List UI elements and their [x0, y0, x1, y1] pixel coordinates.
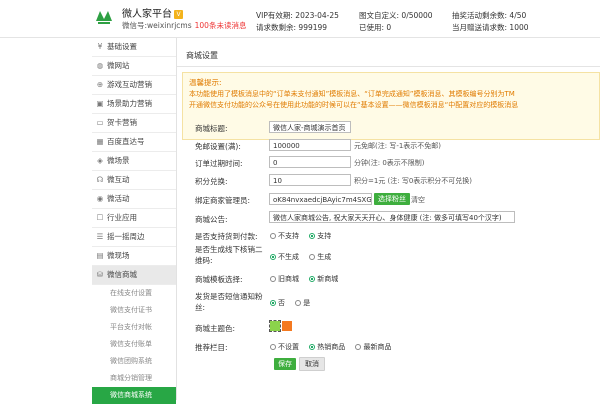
lottery-remaining: 抽奖活动剩余数: 4/50 — [452, 11, 527, 20]
sidebar-item-industry-apps[interactable]: ☐ 行业应用 — [92, 209, 176, 228]
scene-icon: ◈ — [97, 156, 103, 165]
app-window: 微人家平台 V 微信号:weixinrjcms 100条未读消息 VIP有效期: 2… — [0, 0, 600, 404]
shake-icon: ☰ — [96, 232, 104, 241]
title-divider — [177, 66, 600, 67]
recommend-radio-group: 不设置 热销商品 最新商品 — [270, 342, 391, 352]
main-content: 商城设置 温馨提示: 本功能使用了模板消息中的“订单未支付通知”模板消息、“订单… — [177, 38, 600, 400]
mall-title-label: 商城标题: — [195, 124, 228, 133]
notice-title: 温馨提示: — [189, 78, 222, 87]
cod-radio-yes[interactable] — [309, 233, 316, 239]
sidebar-item-baidu-direct[interactable]: ▦ 百度直达号 — [92, 133, 176, 152]
theme-color-swatch-orange[interactable] — [282, 321, 292, 331]
recommend-radio-none[interactable] — [270, 344, 276, 350]
sidebar-item-wechat-mall[interactable]: ⛁ 微信商城 — [92, 266, 176, 285]
tools-icon: ¥ — [97, 42, 103, 51]
theme-color-label: 商城主题色: — [195, 324, 236, 333]
order-expire-input[interactable]: 0 — [269, 156, 351, 168]
template-label: 商城模板选择: — [195, 275, 243, 284]
sidebar-subitem-mall-system[interactable]: 微信商城系统 — [92, 387, 176, 404]
recommend-radio-hot[interactable] — [309, 344, 316, 350]
mall-notice-label: 商城公告: — [195, 215, 228, 224]
points-exchange-input[interactable]: 10 — [269, 174, 351, 186]
unread-messages-link[interactable]: 100条未读消息 — [195, 21, 247, 30]
notice-line-2: 开通微信支付功能的公众号在使用此功能的时候可以在“基本设置——微信模板消息“中配… — [189, 101, 519, 109]
baidu-icon: ▦ — [96, 137, 104, 146]
recommend-radio-latest[interactable] — [355, 344, 362, 350]
sms-notify-label: 发货是否短信通知粉 丝: — [195, 292, 263, 312]
interact-icon: ☊ — [96, 175, 104, 184]
sidebar-item-micro-activity[interactable]: ◉ 微活动 — [92, 190, 176, 209]
sms-radio-yes[interactable] — [295, 300, 302, 306]
sidebar-subitem-online-payment[interactable]: 在线支付设置 — [92, 285, 176, 302]
requests-remaining: 请求数剩余: 999199 — [256, 23, 328, 32]
mall-title-input[interactable]: 微信人家-商城演示首页 — [269, 121, 351, 133]
sidebar-item-scene-boost[interactable]: ▣ 场景助力营销 — [92, 95, 176, 114]
template-radio-group: 旧商城 新商城 — [270, 274, 338, 284]
cod-label: 是否支持货到付款: — [195, 232, 258, 241]
requests-used: 已使用: 0 — [359, 23, 392, 32]
vip-badge: V — [174, 9, 183, 19]
order-expire-hint: 分钟(注: 0表示不限制) — [354, 159, 425, 167]
sidebar-subitem-payment-reconcile[interactable]: 平台支付对帐 — [92, 319, 176, 336]
gamepad-icon: ⊕ — [96, 80, 104, 89]
top-header: 微人家平台 V 微信号:weixinrjcms 100条未读消息 VIP有效期: 2… — [0, 0, 600, 38]
points-exchange-label: 积分兑换: — [195, 177, 228, 186]
save-button[interactable]: 保存 — [274, 358, 296, 370]
recommend-label: 推荐栏目: — [195, 343, 228, 352]
sidebar-item-micro-scene[interactable]: ◈ 微场景 — [92, 152, 176, 171]
clear-admin-link[interactable]: 清空 — [411, 195, 425, 205]
theme-color-swatch-green[interactable] — [269, 320, 281, 332]
activity-icon: ◉ — [96, 194, 104, 203]
cod-radio-group: 不支持 支持 — [270, 231, 331, 241]
bind-admin-input[interactable]: oK84nvxaedcjBAyic7m4SXGIl — [269, 193, 372, 205]
wechat-account: 微信号:weixinrjcms 100条未读消息 — [122, 21, 247, 30]
sidebar-item-greeting-card[interactable]: ▭ 贺卡营销 — [92, 114, 176, 133]
page-title: 商城设置 — [186, 51, 218, 60]
sidebar-item-game-marketing[interactable]: ⊕ 游戏互动营销 — [92, 76, 176, 95]
sidebar-item-micro-site[interactable]: ◍ 微网站 — [92, 57, 176, 76]
mall-notice-input[interactable]: 微信人家商城公告, 祝大家天天开心、身体健康 (注: 做多可填写40个汉字) — [269, 211, 515, 223]
free-shipping-label: 免邮设置(满): — [195, 142, 241, 151]
verify-qr-label: 是否生成线下核销二 维码: — [195, 245, 263, 265]
custom-news-count: 图文自定义: 0/50000 — [359, 11, 433, 20]
tips-notice: 温馨提示: 本功能使用了模板消息中的“订单未支付通知”模板消息、“订单完成通知”… — [182, 72, 600, 140]
brand-name: 微人家平台 V — [122, 5, 183, 20]
globe-icon: ◍ — [96, 61, 104, 70]
template-radio-old[interactable] — [270, 276, 276, 282]
sidebar-item-basic-settings[interactable]: ¥ 基础设置 — [92, 38, 176, 57]
card-icon: ▭ — [96, 118, 104, 127]
free-shipping-input[interactable]: 100000 — [269, 139, 351, 151]
verify-qr-radio-group: 不生成 生成 — [270, 252, 331, 262]
template-radio-new[interactable] — [309, 276, 316, 282]
scene-icon: ▣ — [96, 99, 104, 108]
sidebar: ¥ 基础设置 ◍ 微网站 ⊕ 游戏互动营销 ▣ 场景助力营销 ▭ 贺卡营销 ▦ 百度直达号 … — [92, 38, 177, 404]
verify-radio-yes[interactable] — [309, 254, 316, 260]
sidebar-item-micro-interact[interactable]: ☊ 微互动 — [92, 171, 176, 190]
monthly-bonus-requests: 当月赠送请求数: 1000 — [452, 23, 529, 32]
notice-line-1: 本功能使用了模板消息中的“订单未支付通知”模板消息、“订单完成通知”模板消息、其… — [189, 90, 515, 98]
cart-icon: ⛁ — [96, 270, 104, 279]
sidebar-subitem-distribution[interactable]: 商城分销管理 — [92, 370, 176, 387]
sidebar-subitem-group-buy[interactable]: 微信团购系统 — [92, 353, 176, 370]
bind-admin-label: 绑定商家管理员: — [195, 196, 251, 205]
select-fan-button[interactable]: 选择粉丝 — [374, 193, 410, 205]
cod-radio-no[interactable] — [270, 233, 276, 239]
sidebar-item-shake-nearby[interactable]: ☰ 摇一摇周边 — [92, 228, 176, 247]
sms-radio-no[interactable] — [270, 300, 276, 306]
order-expire-label: 订单过期时间: — [195, 159, 243, 168]
vip-expiry: VIP有效期: 2023-04-25 — [256, 11, 339, 20]
industry-icon: ☐ — [96, 213, 104, 222]
verify-radio-no[interactable] — [270, 254, 276, 260]
cancel-button[interactable]: 取消 — [299, 357, 325, 371]
points-exchange-hint: 积分=1元 (注: 写0表示积分不可兑换) — [354, 177, 473, 185]
sms-radio-group: 否 是 — [270, 298, 310, 308]
live-icon: ▤ — [96, 251, 104, 260]
sidebar-subitem-payment-bills[interactable]: 微信支付账单 — [92, 336, 176, 353]
sidebar-subitem-payment-certificate[interactable]: 微信支付证书 — [92, 302, 176, 319]
sidebar-item-micro-live[interactable]: ▤ 微现场 — [92, 247, 176, 266]
brand-logo-icon — [92, 5, 116, 29]
free-shipping-hint: 元免邮(注: 写-1表示不免邮) — [354, 142, 442, 150]
